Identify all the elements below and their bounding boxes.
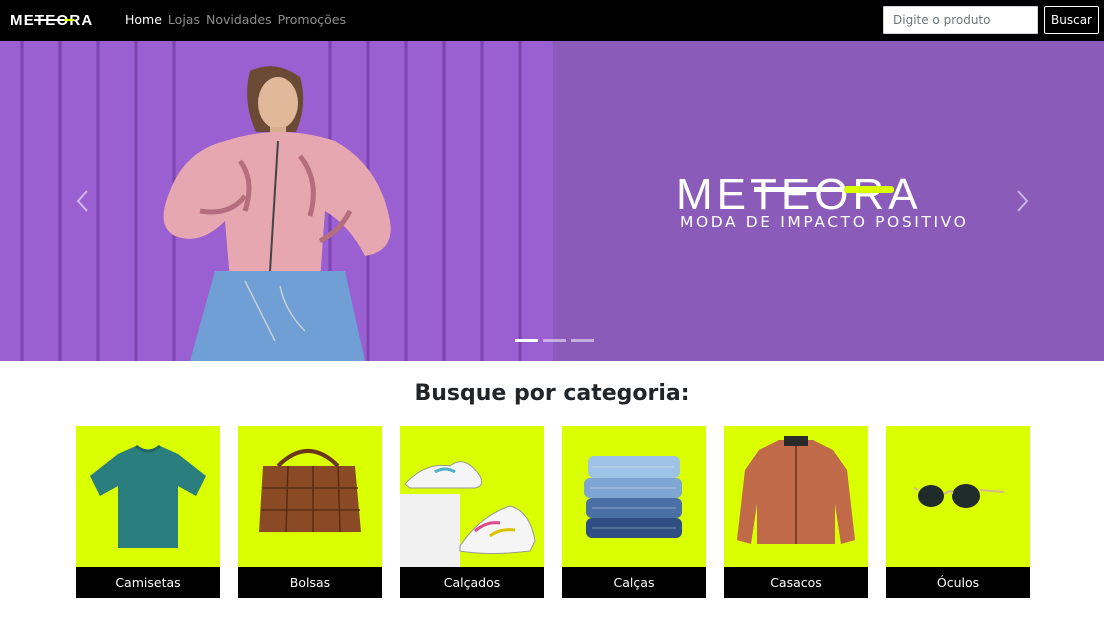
hero-tagline: MODA DE IMPACTO POSITIVO [680,213,969,231]
nav-link-promocoes[interactable]: Promoções [278,12,346,28]
chevron-right-icon [1017,190,1029,212]
section-title: Busque por categoria: [414,381,690,406]
carousel-indicator-2[interactable] [543,339,566,342]
navbar: METEORA Home Lojas Novidades Promoções B… [0,0,1104,41]
carousel-indicator-3[interactable] [571,339,594,342]
category-card-calcas[interactable]: Calças [562,426,706,598]
category-label: Camisetas [76,567,220,598]
nav-link-home[interactable]: Home [125,12,162,28]
nav-link-lojas[interactable]: Lojas [168,12,200,28]
category-card-bolsas[interactable]: Bolsas [238,426,382,598]
category-label: Calças [562,567,706,598]
category-label: Casacos [724,567,868,598]
jacket-image [737,436,855,544]
search-button[interactable]: Buscar [1044,6,1099,34]
category-label: Óculos [886,567,1030,598]
category-card-oculos[interactable]: Óculos [886,426,1030,598]
svg-text:METEORA: METEORA [676,170,922,219]
handbag-image [259,449,361,533]
chevron-left-icon [76,190,88,212]
nav-link-novidades[interactable]: Novidades [206,12,272,28]
category-cards: Camisetas Bolsas Calçados Calças Casacos… [76,426,1030,598]
category-label: Bolsas [238,567,382,598]
jeans-stack-image [584,456,682,538]
brand-logo[interactable]: METEORA [10,11,106,29]
sneakers-image [400,461,536,567]
hero-carousel: METEORA MODA DE IMPACTO POSITIVO [0,41,1104,361]
tshirt-image [90,444,206,548]
search-input[interactable] [883,6,1038,34]
nav-links: Home Lojas Novidades Promoções [125,12,352,28]
hero-logo: METEORA [676,170,922,219]
category-card-calcados[interactable]: Calçados [400,426,544,598]
sunglasses-image [913,484,1005,508]
category-card-casacos[interactable]: Casacos [724,426,868,598]
carousel-next-button[interactable] [1011,181,1035,221]
category-label: Calçados [400,567,544,598]
carousel-indicator-1[interactable] [515,339,538,342]
carousel-prev-button[interactable] [70,181,94,221]
carousel-indicators [515,339,594,342]
category-card-camisetas[interactable]: Camisetas [76,426,220,598]
